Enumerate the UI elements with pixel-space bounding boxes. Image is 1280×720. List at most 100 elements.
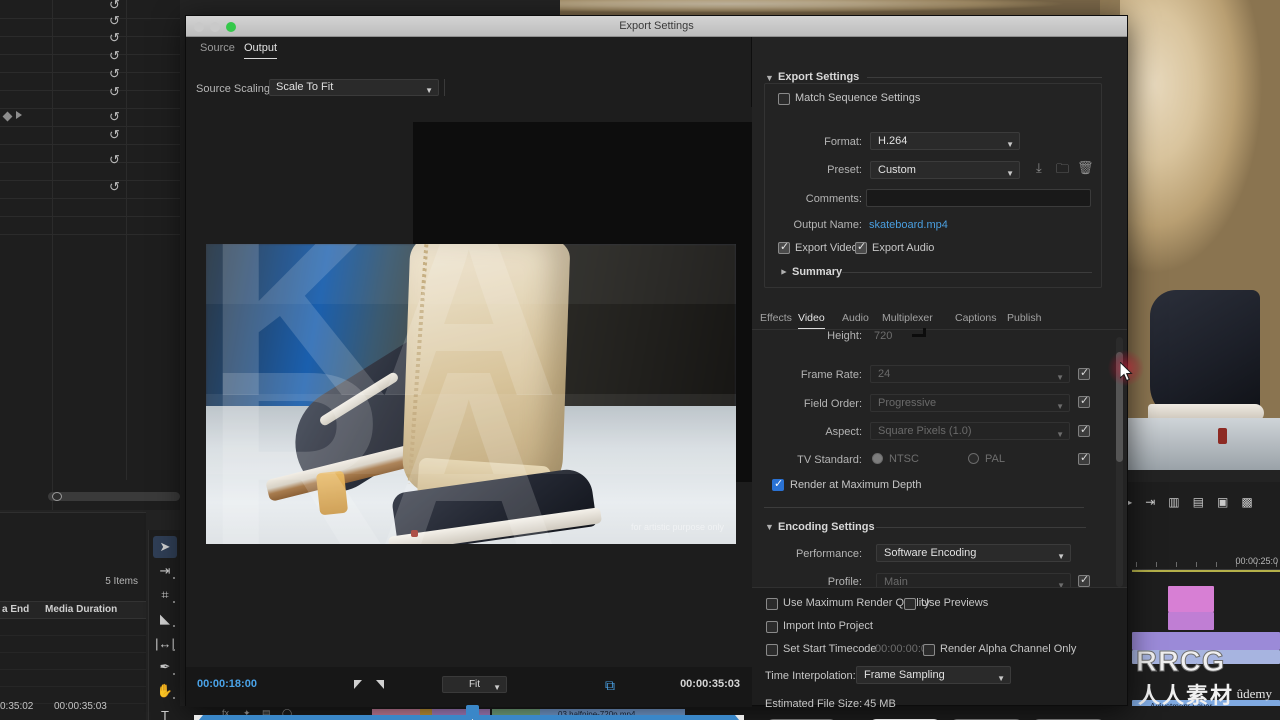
time-interpolation-value: Frame Sampling (864, 669, 945, 681)
field-order-value: Progressive (878, 397, 937, 409)
height-label: Height: (827, 330, 862, 342)
link-dimensions-icon[interactable] (912, 328, 926, 337)
reset-parameter-icon[interactable]: ↺ (108, 0, 121, 11)
save-preset-icon[interactable]: ⤓ (1036, 160, 1042, 176)
tab-output[interactable]: Output (244, 42, 278, 59)
source-scaling-select[interactable]: Scale To Fit ▼ (269, 79, 439, 96)
tv-standard-pal-radio[interactable] (968, 453, 979, 464)
preset-select[interactable]: Custom ▼ (870, 161, 1020, 179)
estimated-file-size-label: Estimated File Size: (765, 698, 863, 710)
chevron-down-icon[interactable]: ▼ (765, 522, 774, 532)
playbar-in-timecode[interactable]: 00:00:18:00 (197, 678, 257, 690)
pen-tool-icon[interactable]: ✒ (153, 656, 177, 678)
render-alpha-only-checkbox[interactable] (923, 644, 935, 656)
export-frame-icon[interactable]: ⧉ (605, 677, 621, 693)
tab-video[interactable]: Video (798, 312, 825, 329)
extract-icon[interactable]: ▤ (1193, 495, 1204, 509)
performance-select[interactable]: Software Encoding ▼ (876, 544, 1071, 562)
export-audio-checkbox[interactable] (855, 240, 867, 254)
table-row[interactable] (0, 619, 146, 636)
chevron-down-icon: ▼ (1006, 169, 1014, 178)
export-settings-dialog: Export Settings Source Output Source Sca… (185, 15, 1128, 720)
export-frame-icon[interactable]: ▣ (1217, 495, 1228, 509)
tab-multiplexer[interactable]: Multiplexer (882, 312, 933, 328)
scrub-out-handle[interactable] (735, 715, 744, 720)
keyframe-diamond-icon[interactable] (2, 111, 13, 122)
zoom-level-select[interactable]: Fit ▼ (442, 676, 507, 693)
project-panel: 5 Items a End Media Duration 0:35:02 00:… (0, 512, 146, 720)
selection-tool-icon[interactable]: ➤ (153, 536, 177, 558)
scrollbar-knob[interactable] (52, 492, 62, 501)
reset-parameter-icon[interactable]: ↺ (108, 110, 121, 123)
table-row[interactable] (0, 653, 146, 670)
profile-lock-checkbox[interactable] (1078, 573, 1090, 587)
height-value[interactable]: 720 (874, 330, 892, 342)
tab-captions[interactable]: Captions (955, 312, 996, 328)
dialog-titlebar[interactable]: Export Settings (186, 16, 1127, 37)
column-header-end[interactable]: a End (2, 604, 29, 615)
scrub-bar[interactable] (186, 705, 752, 720)
set-start-timecode-checkbox[interactable] (766, 644, 778, 656)
aspect-select[interactable]: Square Pixels (1.0) ▼ (870, 422, 1070, 440)
import-into-project-checkbox[interactable] (766, 621, 778, 633)
format-select[interactable]: H.264 ▼ (870, 132, 1020, 150)
lift-icon[interactable]: ▥ (1168, 495, 1179, 509)
reset-parameter-icon[interactable]: ↺ (108, 49, 121, 62)
tab-publish[interactable]: Publish (1007, 312, 1041, 328)
track-select-forward-tool-icon[interactable]: ⇥ (153, 560, 177, 582)
field-order-lock-checkbox[interactable] (1078, 394, 1090, 408)
chevron-down-icon[interactable]: ▼ (765, 73, 774, 83)
reset-parameter-icon[interactable]: ↺ (108, 128, 121, 141)
summary-header[interactable]: Summary (792, 266, 842, 278)
render-max-depth-checkbox[interactable] (772, 477, 784, 491)
table-row[interactable] (0, 670, 146, 687)
nest-icon[interactable]: ▩ (1241, 495, 1252, 509)
comments-input[interactable] (866, 189, 1091, 207)
time-interpolation-select[interactable]: Frame Sampling ▼ (856, 666, 1011, 684)
use-previews-checkbox[interactable] (904, 598, 916, 610)
reset-parameter-icon[interactable]: ↺ (108, 31, 121, 44)
field-order-select[interactable]: Progressive ▼ (870, 394, 1070, 412)
scrub-in-handle[interactable] (194, 715, 203, 720)
type-tool-icon[interactable]: T (153, 704, 177, 720)
chevron-right-icon[interactable]: ▼ (778, 268, 788, 277)
mark-in-icon[interactable] (354, 680, 362, 689)
tab-source[interactable]: Source (200, 42, 235, 58)
tv-standard-lock-checkbox[interactable] (1078, 451, 1090, 465)
match-sequence-settings-checkbox[interactable] (778, 93, 790, 105)
preview-tabs: Source Output (186, 37, 752, 63)
go-to-next-edit-icon[interactable]: ⇥ (1145, 495, 1155, 509)
slip-tool-icon[interactable]: |↔| (153, 632, 177, 654)
playbar-out-timecode[interactable]: 00:00:35:03 (680, 678, 740, 690)
table-row[interactable] (0, 636, 146, 653)
reset-parameter-icon[interactable]: ↺ (108, 153, 121, 166)
timeline-clip[interactable] (1168, 586, 1214, 612)
timeline-clip[interactable] (1168, 612, 1214, 630)
tv-standard-ntsc-radio[interactable] (872, 453, 883, 464)
reset-parameter-icon[interactable]: ↺ (108, 180, 121, 193)
tab-effects[interactable]: Effects (760, 312, 792, 328)
delete-preset-icon[interactable]: 🗑 (1077, 160, 1094, 176)
preview-stage[interactable]: KARA for artistic purpose only (186, 107, 752, 667)
playhead-handle[interactable] (466, 705, 479, 720)
horizontal-scrollbar[interactable] (48, 492, 180, 501)
tab-audio[interactable]: Audio (842, 312, 869, 328)
reset-parameter-icon[interactable]: ↺ (108, 14, 121, 27)
output-name-link[interactable]: skateboard.mp4 (869, 219, 948, 231)
export-video-checkbox[interactable] (778, 240, 790, 254)
reset-parameter-icon[interactable]: ↺ (108, 85, 121, 98)
hand-tool-icon[interactable]: ✋ (153, 680, 177, 702)
ripple-edit-tool-icon[interactable]: ⌗ (153, 584, 177, 606)
frame-rate-select[interactable]: 24 ▼ (870, 365, 1070, 383)
reset-parameter-icon[interactable]: ↺ (108, 67, 121, 80)
mark-out-icon[interactable] (376, 680, 384, 689)
razor-tool-icon[interactable]: ◣ (153, 608, 177, 630)
mouse-cursor (1120, 362, 1133, 382)
aspect-lock-checkbox[interactable] (1078, 423, 1090, 437)
column-header-media-duration[interactable]: Media Duration (45, 604, 117, 615)
expand-triangle-icon[interactable] (16, 111, 22, 119)
import-preset-icon[interactable]: 🗀 (1056, 160, 1069, 182)
frame-rate-lock-checkbox[interactable] (1078, 366, 1090, 380)
match-sequence-settings-label: Match Sequence Settings (795, 92, 921, 104)
use-max-render-quality-checkbox[interactable] (766, 598, 778, 610)
